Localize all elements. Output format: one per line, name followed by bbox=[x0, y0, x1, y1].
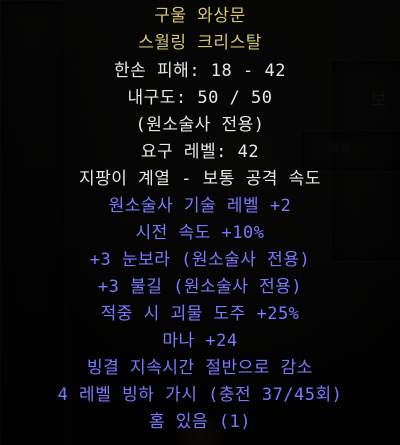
game-stage: 보 공유 구울 와상문 스월링 크리스탈 한손 피해: 18 - 42 내구도:… bbox=[0, 0, 400, 445]
stat-damage: 한손 피해: 18 - 42 bbox=[114, 61, 286, 81]
item-name: 구울 와상문 bbox=[154, 6, 246, 26]
stat-durability: 내구도: 50 / 50 bbox=[127, 88, 273, 108]
stat-required-level: 요구 레벨: 42 bbox=[140, 142, 260, 162]
mod-socketed: 홈 있음 (1) bbox=[148, 412, 252, 432]
item-base-type: 스월링 크리스탈 bbox=[138, 33, 262, 53]
mod-glacial-spike-charges: 4 레벨 빙하 가시 (충전 37/45회) bbox=[57, 385, 343, 405]
stat-weapon-class: 지팡이 계열 - 보통 공격 속도 bbox=[79, 169, 321, 189]
mod-inferno: +3 불길 (원소술사 전용) bbox=[97, 277, 303, 297]
mod-mana: 마나 +24 bbox=[162, 331, 238, 351]
mod-skill-level: 원소술사 기술 레벨 +2 bbox=[108, 196, 292, 216]
mod-blizzard: +3 눈보라 (원소술사 전용) bbox=[89, 250, 311, 270]
mod-cast-rate: 시전 속도 +10% bbox=[135, 223, 265, 243]
item-tooltip: 구울 와상문 스월링 크리스탈 한손 피해: 18 - 42 내구도: 50 /… bbox=[0, 0, 400, 445]
stat-class-restriction: (원소술사 전용) bbox=[135, 115, 265, 135]
mod-hit-flee: 적중 시 괴물 도주 +25% bbox=[100, 304, 300, 324]
mod-freeze-duration: 빙결 지속시간 절반으로 감소 bbox=[87, 358, 313, 378]
